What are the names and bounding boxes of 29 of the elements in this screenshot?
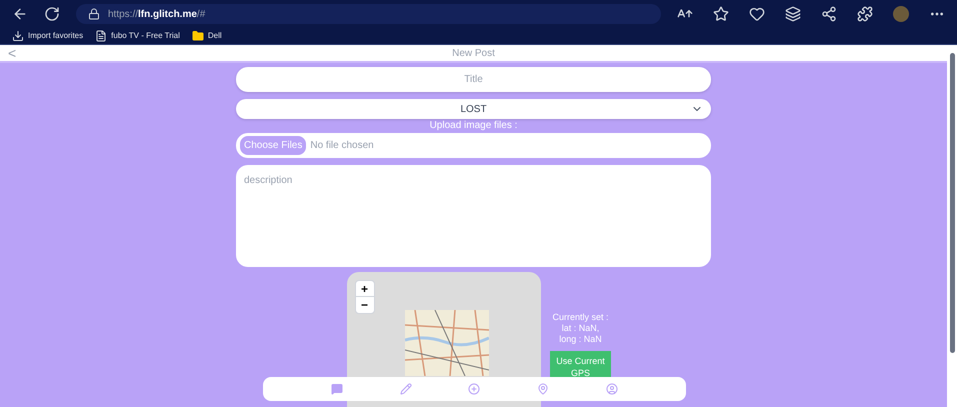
folder-icon: [192, 30, 204, 42]
zoom-out-button[interactable]: −: [356, 297, 374, 313]
location-text: long : NaN: [559, 334, 602, 345]
zoom-in-button[interactable]: +: [356, 281, 374, 297]
lock-icon: [88, 8, 100, 20]
extensions-icon[interactable]: [857, 6, 873, 22]
file-status: No file chosen: [310, 139, 374, 153]
category-select[interactable]: LOST: [236, 99, 711, 119]
back-icon[interactable]: [12, 6, 28, 22]
scrollbar[interactable]: [947, 45, 957, 407]
address-bar[interactable]: https://lfn.glitch.me/#: [76, 4, 661, 24]
title-field[interactable]: Title: [236, 67, 711, 92]
location-text: Currently set :: [552, 312, 609, 323]
page-icon: [95, 30, 108, 42]
profile-avatar[interactable]: [893, 6, 909, 22]
bookmark-item[interactable]: Dell: [192, 30, 222, 42]
reload-icon[interactable]: [44, 6, 60, 22]
bookmark-item[interactable]: Import favorites: [12, 30, 84, 42]
description-field[interactable]: description: [236, 165, 711, 267]
import-icon: [12, 30, 24, 42]
share-icon[interactable]: [821, 6, 837, 22]
layers-icon[interactable]: [785, 6, 801, 22]
bookmark-item[interactable]: fubo TV - Free Trial: [95, 30, 180, 42]
favorites-icon[interactable]: [749, 6, 765, 22]
url-text: https://lfn.glitch.me/#: [108, 8, 206, 22]
page-title: New Post: [452, 46, 495, 60]
star-icon[interactable]: [713, 6, 729, 22]
location-text: lat : NaN,: [562, 323, 600, 334]
upload-label: Upload image files :: [428, 119, 518, 133]
